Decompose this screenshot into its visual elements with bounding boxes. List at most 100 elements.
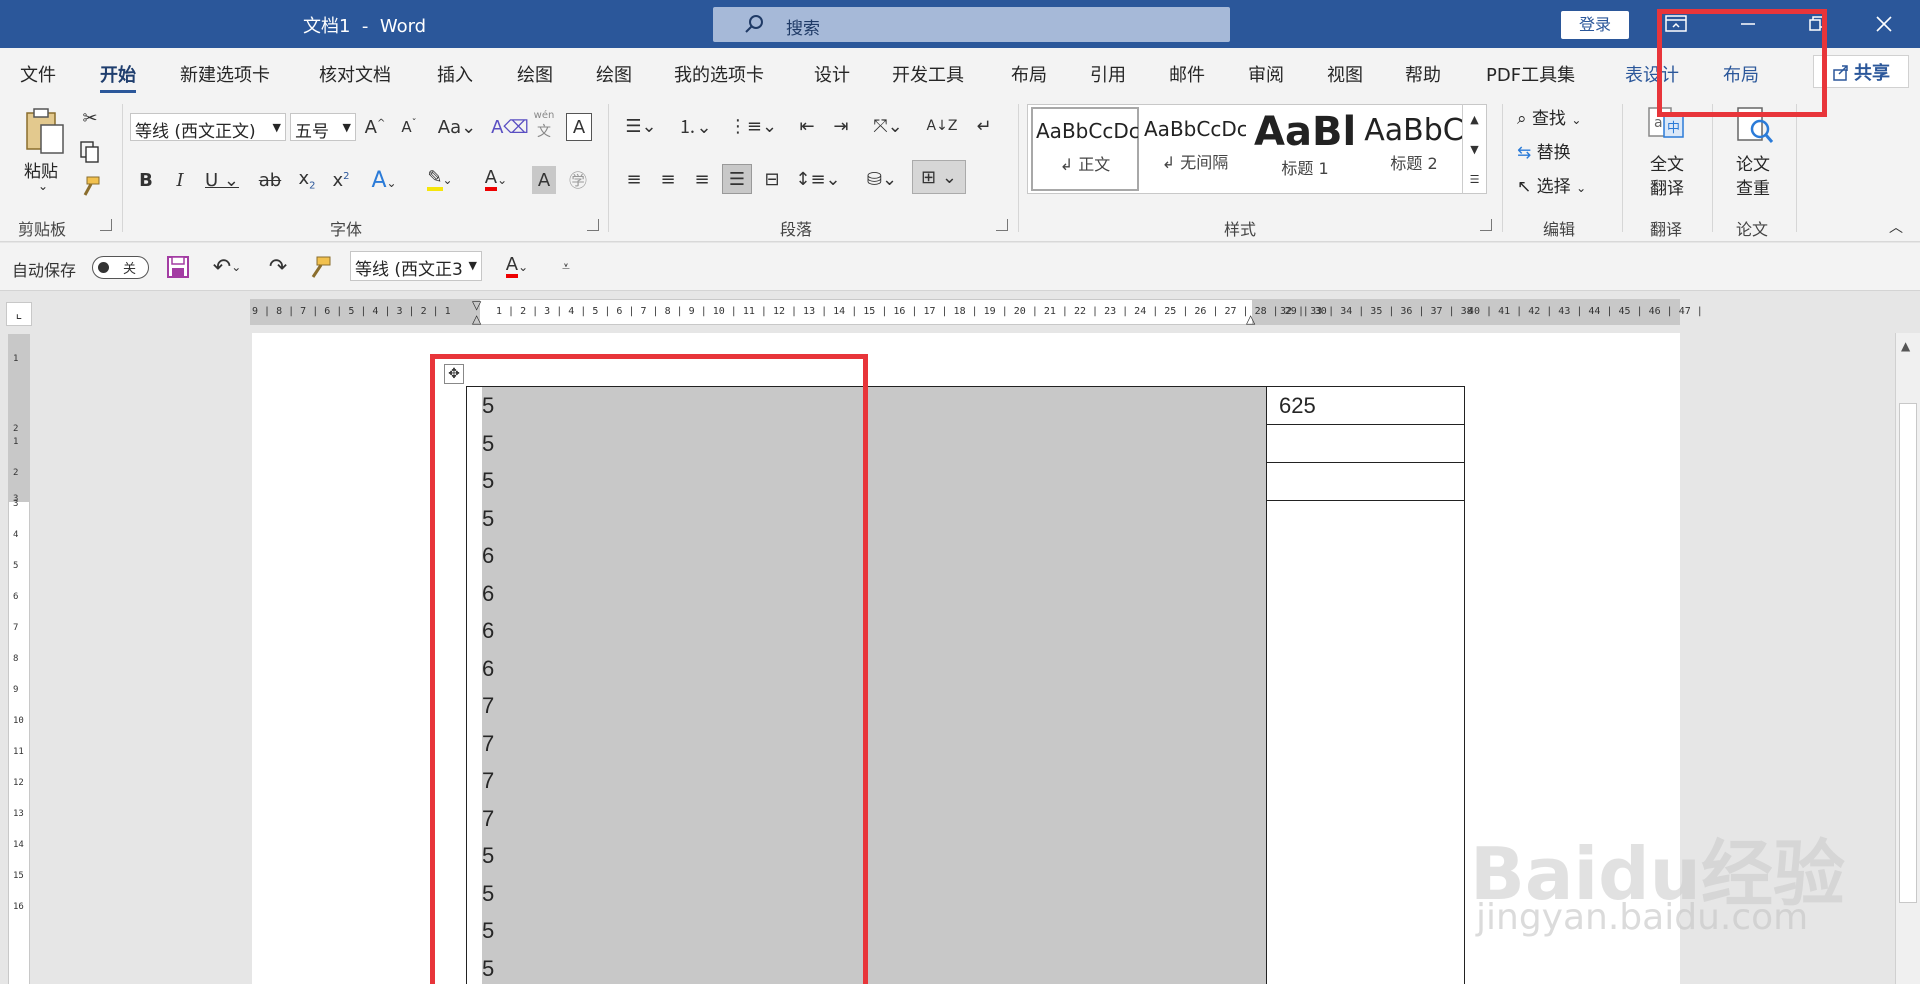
- underline-button[interactable]: U ⌄: [202, 166, 242, 194]
- character-border-button[interactable]: A: [566, 113, 592, 141]
- align-left-button[interactable]: ≡: [620, 164, 648, 194]
- styles-more-button[interactable]: ☰: [1462, 164, 1486, 194]
- phonetic-guide-button[interactable]: wén 文: [530, 108, 558, 142]
- qat-font-color-button[interactable]: A ⌄: [496, 253, 538, 281]
- vertical-ruler[interactable]: 1 2 3 1 2 3 4 5 6 7 8 9 10 11 12 13 14 15 16: [8, 334, 30, 984]
- borders-button[interactable]: ⊞ ⌄: [912, 160, 966, 194]
- tab-help[interactable]: 帮助: [1405, 61, 1441, 87]
- redo-button[interactable]: ↷: [264, 253, 292, 281]
- format-painter-qat-button[interactable]: [306, 253, 334, 281]
- tab-check-document[interactable]: 核对文档: [319, 61, 391, 87]
- copy-button[interactable]: [78, 140, 102, 164]
- tab-home[interactable]: 开始: [100, 61, 136, 93]
- font-launcher-icon[interactable]: [587, 219, 599, 231]
- vertical-ruler-number: 15: [13, 871, 24, 881]
- strikethrough-button[interactable]: ab: [256, 166, 284, 194]
- tab-review[interactable]: 审阅: [1248, 61, 1284, 87]
- right-indent-marker[interactable]: △: [1246, 312, 1255, 326]
- tab-view[interactable]: 视图: [1327, 61, 1363, 87]
- share-button[interactable]: 共享: [1813, 55, 1909, 88]
- bold-button[interactable]: B: [134, 166, 158, 194]
- tab-selector-button[interactable]: ⌞: [6, 302, 32, 326]
- align-right-button[interactable]: ≡: [688, 164, 716, 194]
- paste-button[interactable]: [20, 106, 70, 156]
- text-effects-button[interactable]: A⌄: [364, 166, 404, 194]
- login-button[interactable]: 登录: [1561, 11, 1629, 39]
- undo-button[interactable]: ↶ ⌄: [206, 253, 248, 281]
- find-button[interactable]: ⌕ 查找 ⌄: [1517, 104, 1581, 129]
- tab-new-tab[interactable]: 新建选项卡: [180, 61, 270, 87]
- shading-button[interactable]: ⛁⌄: [860, 164, 904, 194]
- highlight-button[interactable]: ✎ ⌄: [418, 166, 462, 194]
- tab-draw-2[interactable]: 绘图: [596, 61, 632, 87]
- qat-font-name-combo[interactable]: 等线 (西文正3 ▼: [350, 251, 482, 281]
- superscript-button[interactable]: x2: [328, 166, 354, 194]
- numbering-button[interactable]: ⒈⌄: [674, 111, 716, 141]
- customize-qat-button[interactable]: ⩡: [556, 253, 576, 281]
- tab-draw[interactable]: 绘图: [517, 61, 553, 87]
- tab-design[interactable]: 设计: [814, 61, 850, 87]
- style-heading-2[interactable]: AaBbC 标题 2: [1360, 107, 1468, 191]
- replace-button[interactable]: ⇆ 替换: [1517, 138, 1571, 163]
- style-no-spacing[interactable]: AaBbCcDc ↲ 无间隔: [1141, 107, 1249, 191]
- tab-developer[interactable]: 开发工具: [892, 61, 964, 87]
- grow-font-icon: A^: [364, 116, 386, 138]
- tab-pdf-tools[interactable]: PDF工具集: [1486, 61, 1575, 87]
- line-spacing-button[interactable]: ↕≡⌄: [795, 164, 840, 194]
- paragraph-launcher-icon[interactable]: [996, 219, 1008, 231]
- bullets-button[interactable]: ☰⌄: [620, 111, 662, 141]
- grow-font-button[interactable]: A^: [362, 113, 388, 141]
- tab-mailings[interactable]: 邮件: [1169, 61, 1205, 87]
- change-case-button[interactable]: Aa⌄: [436, 113, 478, 141]
- vertical-scrollbar[interactable]: ▲: [1895, 333, 1920, 984]
- format-painter-button[interactable]: [78, 174, 102, 198]
- tab-references[interactable]: 引用: [1090, 61, 1126, 87]
- styles-launcher-icon[interactable]: [1480, 219, 1492, 231]
- editing-group-label: 编辑: [1543, 220, 1576, 239]
- shrink-font-button[interactable]: Aˇ: [396, 113, 422, 141]
- paste-chevron-down-icon[interactable]: ⌄: [38, 179, 48, 193]
- subscript-button[interactable]: x2: [294, 166, 320, 194]
- distributed-button[interactable]: ⊟: [758, 164, 786, 194]
- increase-indent-button[interactable]: ⇥: [828, 111, 854, 141]
- scroll-up-icon[interactable]: ▲: [1901, 339, 1910, 353]
- tab-file[interactable]: 文件: [20, 61, 56, 87]
- autosave-toggle[interactable]: 关: [92, 256, 149, 279]
- hanging-indent-marker[interactable]: △: [472, 312, 481, 326]
- first-line-indent-marker[interactable]: ▽: [472, 298, 481, 312]
- style-heading-1[interactable]: AaBl 标题 1: [1251, 107, 1359, 191]
- font-size-combo[interactable]: 五号 ▼: [290, 113, 356, 141]
- justify-button[interactable]: ☰: [722, 164, 752, 194]
- table-row[interactable]: 625: [1267, 387, 1464, 425]
- save-button[interactable]: [164, 253, 192, 281]
- enclose-characters-button[interactable]: ㊫: [564, 166, 592, 194]
- tab-layout[interactable]: 布局: [1011, 61, 1047, 87]
- select-button[interactable]: ↖ 选择 ⌄: [1517, 172, 1586, 197]
- style-normal[interactable]: AaBbCcDc ↲ 正文: [1031, 107, 1139, 191]
- decrease-indent-button[interactable]: ⇤: [794, 111, 820, 141]
- table-cell-column-2[interactable]: 625: [1266, 386, 1465, 984]
- sort-button[interactable]: A↓Z: [927, 111, 958, 141]
- close-button[interactable]: [1850, 0, 1918, 48]
- align-center-button[interactable]: ≡: [654, 164, 682, 194]
- clipboard-launcher-icon[interactable]: [100, 219, 112, 231]
- search-box[interactable]: 搜索: [713, 7, 1230, 42]
- horizontal-ruler[interactable]: 9 | 8 | 7 | 6 | 5 | 4 | 3 | 2 | 1 1 | 2 …: [250, 298, 1703, 326]
- show-formatting-marks-button[interactable]: ↵: [970, 111, 998, 141]
- chinese-layout-button[interactable]: ⤧⌄: [866, 111, 910, 141]
- font-color-button[interactable]: A ⌄: [474, 166, 518, 194]
- tab-my-tab[interactable]: 我的选项卡: [674, 61, 764, 87]
- scrollbar-thumb[interactable]: [1899, 403, 1917, 903]
- tab-insert[interactable]: 插入: [437, 61, 473, 87]
- collapse-ribbon-button[interactable]: ︿: [1886, 218, 1906, 236]
- table-row[interactable]: [1267, 425, 1464, 463]
- font-name-combo[interactable]: 等线 (西文正文) ▼: [130, 113, 286, 141]
- italic-button[interactable]: I: [168, 166, 192, 194]
- table-row[interactable]: [1267, 463, 1464, 501]
- multilevel-list-button[interactable]: ⋮≡⌄: [729, 111, 777, 141]
- cut-button[interactable]: ✂: [78, 106, 102, 130]
- clear-formatting-button[interactable]: A⌫: [491, 113, 529, 141]
- character-shading-button[interactable]: A: [532, 166, 556, 194]
- styles-scroll-up-button[interactable]: ▲: [1462, 104, 1486, 134]
- styles-scroll-down-button[interactable]: ▼: [1462, 134, 1486, 164]
